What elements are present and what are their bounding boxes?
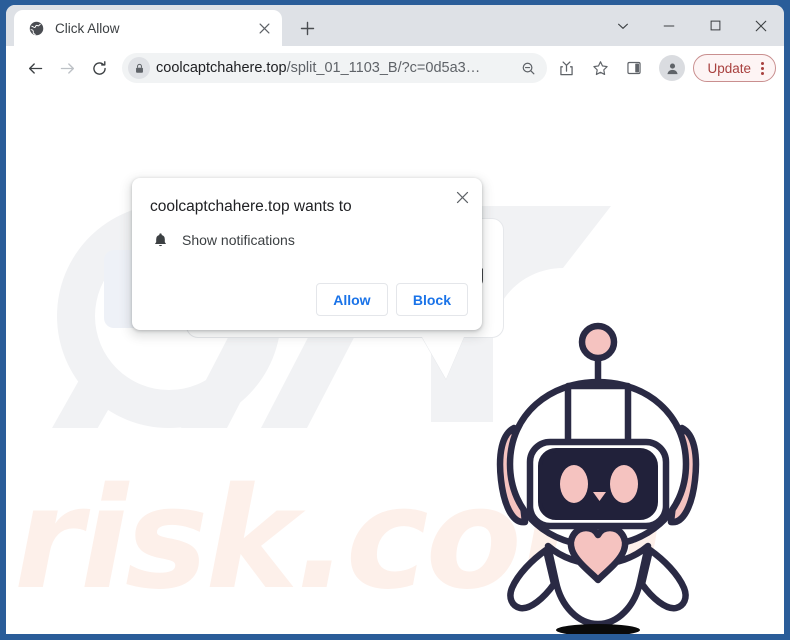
url-path: /split_01_1103_B/?c=0d5a3… (286, 60, 481, 76)
profile-avatar[interactable] (659, 55, 686, 81)
browser-window: Click Allow coolcaptchahere.top/split_01… (6, 5, 784, 634)
block-button[interactable]: Block (395, 283, 468, 316)
speech-bubble-tail (422, 337, 464, 379)
forward-arrow-icon (52, 53, 82, 83)
tab-search-chevron-down-icon[interactable] (600, 5, 646, 46)
page-viewport: risk.com YOU (6, 90, 784, 634)
kebab-menu-icon[interactable] (756, 61, 768, 75)
url-domain: coolcaptchahere.top (156, 60, 287, 76)
zoom-out-icon[interactable] (515, 55, 541, 81)
update-button[interactable]: Update (693, 54, 776, 82)
maximize-icon[interactable] (692, 5, 738, 46)
browser-toolbar: coolcaptchahere.top/split_01_1103_B/?c=0… (6, 46, 784, 90)
dialog-title: coolcaptchahere.top wants to (150, 198, 352, 215)
reload-icon[interactable] (84, 53, 114, 83)
tab-title: Click Allow (55, 20, 120, 36)
dialog-close-icon[interactable] (450, 185, 474, 209)
window-controls (600, 5, 784, 46)
lock-icon[interactable] (128, 57, 150, 79)
dialog-actions: Allow Block (315, 283, 468, 316)
globe-icon (28, 20, 45, 37)
share-icon[interactable] (551, 53, 581, 83)
dialog-permission-row: Show notifications (150, 230, 295, 250)
browser-tab[interactable]: Click Allow (14, 10, 282, 46)
allow-button[interactable]: Allow (315, 283, 388, 316)
address-bar[interactable]: coolcaptchahere.top/split_01_1103_B/?c=0… (122, 53, 548, 83)
star-icon[interactable] (585, 53, 615, 83)
address-bar-text: coolcaptchahere.top/split_01_1103_B/?c=0… (156, 60, 515, 76)
close-icon[interactable] (738, 5, 784, 46)
tab-close-icon[interactable] (254, 18, 274, 38)
side-panel-icon[interactable] (619, 53, 649, 83)
update-button-label: Update (707, 60, 751, 76)
browser-window-frame: Click Allow coolcaptchahere.top/split_01… (0, 0, 790, 640)
dialog-permission-label: Show notifications (182, 232, 295, 248)
minimize-icon[interactable] (646, 5, 692, 46)
back-arrow-icon[interactable] (20, 53, 50, 83)
mascot-shadow (556, 624, 640, 634)
tab-strip: Click Allow (6, 5, 784, 46)
notification-permission-dialog: coolcaptchahere.top wants to Show notifi… (132, 178, 482, 330)
robot-mascot-illustration (496, 322, 700, 634)
bell-icon (150, 230, 170, 250)
new-tab-button[interactable] (292, 13, 322, 43)
